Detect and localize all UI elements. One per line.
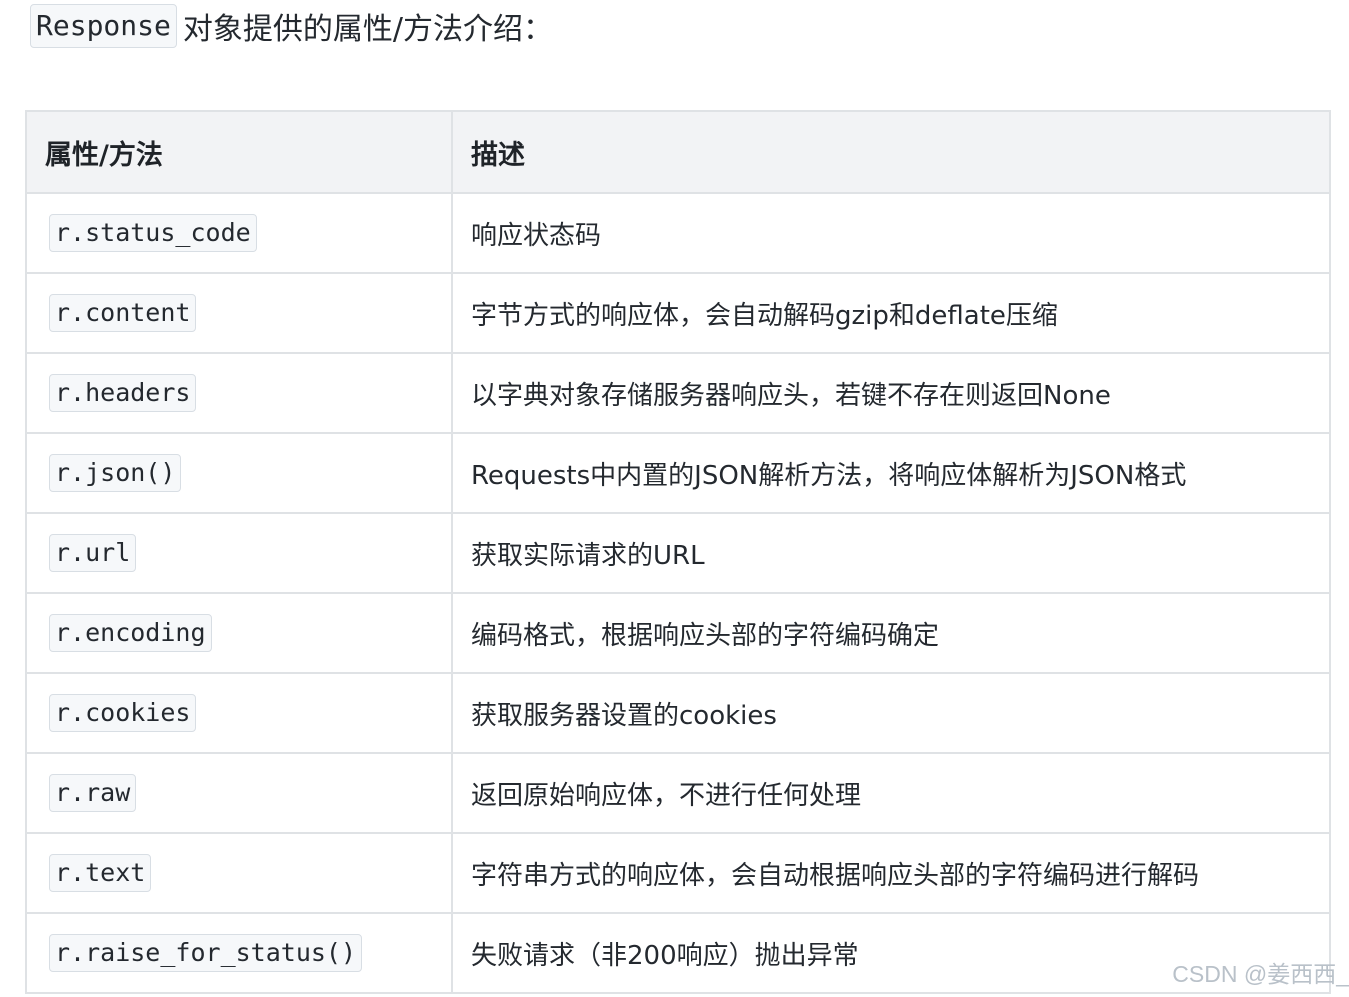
property-code: r.cookies bbox=[49, 694, 197, 732]
property-code: r.json() bbox=[49, 454, 182, 492]
property-cell: r.text bbox=[25, 832, 453, 914]
description-cell: 获取实际请求的URL bbox=[451, 512, 1331, 594]
table-row: r.status_code 响应状态码 bbox=[25, 192, 1331, 274]
property-code: r.url bbox=[49, 534, 137, 572]
property-cell: r.encoding bbox=[25, 592, 453, 674]
intro-text: 对象提供的属性/方法介绍： bbox=[182, 12, 553, 47]
response-code: Response bbox=[30, 4, 177, 48]
property-cell: r.headers bbox=[25, 352, 453, 434]
description-cell: 编码格式，根据响应头部的字符编码确定 bbox=[451, 592, 1331, 674]
csdn-credit: CSDN @姜西西_ bbox=[1172, 961, 1349, 987]
property-code: r.text bbox=[49, 854, 152, 892]
table-row: r.json() Requests中内置的JSON解析方法，将响应体解析为JSO… bbox=[25, 432, 1331, 514]
table-row: r.encoding 编码格式，根据响应头部的字符编码确定 bbox=[25, 592, 1331, 674]
header-property: 属性/方法 bbox=[25, 110, 453, 194]
property-cell: r.raise_for_status() bbox=[25, 912, 453, 994]
description-cell: 返回原始响应体，不进行任何处理 bbox=[451, 752, 1331, 834]
property-code: r.encoding bbox=[49, 614, 212, 652]
property-cell: r.content bbox=[25, 272, 453, 354]
table-row: r.cookies 获取服务器设置的cookies bbox=[25, 672, 1331, 754]
header-description: 描述 bbox=[451, 110, 1331, 194]
property-code: r.raise_for_status() bbox=[49, 934, 363, 972]
table-row: r.url 获取实际请求的URL bbox=[25, 512, 1331, 594]
table-row: r.raw 返回原始响应体，不进行任何处理 bbox=[25, 752, 1331, 834]
property-cell: r.status_code bbox=[25, 192, 453, 274]
table-row: r.raise_for_status() 失败请求（非200响应）抛出异常 bbox=[25, 912, 1331, 994]
property-code: r.headers bbox=[49, 374, 197, 412]
property-code: r.content bbox=[49, 294, 197, 332]
table-row: r.content 字节方式的响应体，会自动解码gzip和deflate压缩 bbox=[25, 272, 1331, 354]
intro-line: Response 对象提供的属性/方法介绍： bbox=[30, 2, 553, 50]
description-cell: 响应状态码 bbox=[451, 192, 1331, 274]
property-cell: r.cookies bbox=[25, 672, 453, 754]
table-row: r.headers 以字典对象存储服务器响应头，若键不存在则返回None bbox=[25, 352, 1331, 434]
description-cell: Requests中内置的JSON解析方法，将响应体解析为JSON格式 bbox=[451, 432, 1331, 514]
property-code: r.status_code bbox=[49, 214, 257, 252]
description-cell: 字符串方式的响应体，会自动根据响应头部的字符编码进行解码 bbox=[451, 832, 1331, 914]
description-cell: 字节方式的响应体，会自动解码gzip和deflate压缩 bbox=[451, 272, 1331, 354]
properties-table: 属性/方法 描述 r.status_code 响应状态码 r.content 字… bbox=[25, 110, 1331, 994]
property-cell: r.raw bbox=[25, 752, 453, 834]
property-cell: r.json() bbox=[25, 432, 453, 514]
table-row: r.text 字符串方式的响应体，会自动根据响应头部的字符编码进行解码 bbox=[25, 832, 1331, 914]
table-header-row: 属性/方法 描述 bbox=[25, 110, 1331, 194]
property-code: r.raw bbox=[49, 774, 137, 812]
property-cell: r.url bbox=[25, 512, 453, 594]
description-cell: 获取服务器设置的cookies bbox=[451, 672, 1331, 754]
description-cell: 以字典对象存储服务器响应头，若键不存在则返回None bbox=[451, 352, 1331, 434]
